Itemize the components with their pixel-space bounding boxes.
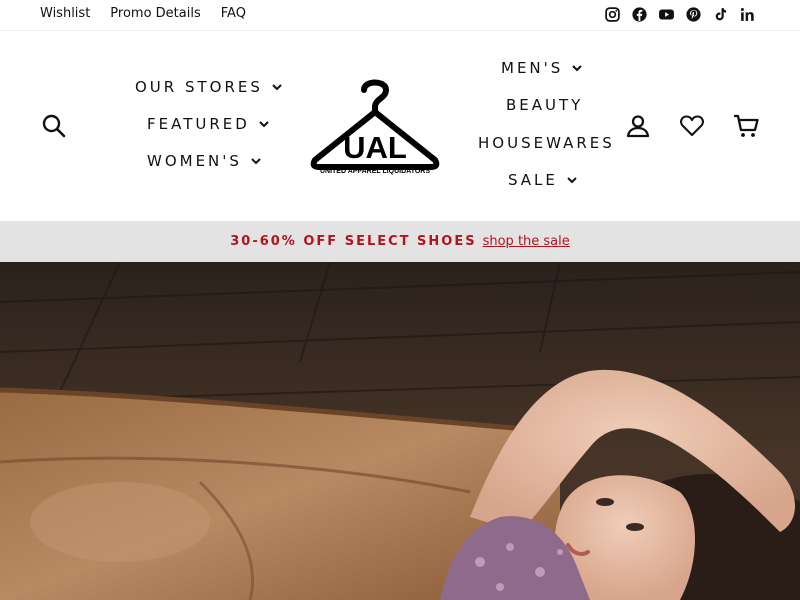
nav-womens-label: WOMEN'S [147, 152, 242, 170]
nav-our-stores-label: OUR STORES [135, 78, 263, 96]
utility-links: Wishlist Promo Details FAQ [40, 6, 246, 21]
wishlist-link[interactable]: Wishlist [40, 6, 90, 21]
chevron-down-icon [566, 174, 578, 186]
nav-our-stores[interactable]: OUR STORES [135, 78, 283, 96]
cart-icon[interactable] [733, 113, 759, 139]
shop-the-sale-link[interactable]: shop the sale [483, 234, 570, 249]
nav-sale[interactable]: SALE [508, 171, 578, 189]
logo-caption: UNITED APPAREL LIQUIDATORS [319, 168, 431, 175]
faq-link[interactable]: FAQ [221, 6, 246, 21]
youtube-icon[interactable] [658, 6, 675, 23]
nav-womens[interactable]: WOMEN'S [147, 152, 262, 170]
nav-sale-label: SALE [508, 171, 558, 189]
nav-beauty-label: BEAUTY [506, 96, 584, 114]
chevron-down-icon [571, 62, 583, 74]
nav-housewares[interactable]: HOUSEWARES [478, 134, 615, 152]
account-icon[interactable] [625, 113, 651, 139]
linkedin-icon[interactable] [739, 6, 756, 23]
promo-details-link[interactable]: Promo Details [110, 6, 200, 21]
utility-bar: Wishlist Promo Details FAQ [0, 0, 800, 31]
facebook-icon[interactable] [631, 6, 648, 23]
site-logo[interactable]: UAL [307, 74, 443, 180]
nav-featured[interactable]: FEATURED [147, 115, 270, 133]
hero-image [0, 262, 800, 600]
site-header: OUR STORES FEATURED WOMEN'S UAL UNITED A… [0, 31, 800, 221]
logo-letters: UAL [343, 130, 407, 165]
announcement-bar: 30-60% OFF SELECT SHOES shop the sale [0, 221, 800, 262]
nav-housewares-label: HOUSEWARES [478, 134, 615, 152]
nav-mens[interactable]: MEN'S [501, 59, 583, 77]
wishlist-heart-icon[interactable] [679, 113, 705, 139]
hero-banner[interactable] [0, 262, 800, 600]
chevron-down-icon [258, 118, 270, 130]
announcement-text: 30-60% OFF SELECT SHOES [230, 234, 477, 249]
nav-beauty[interactable]: BEAUTY [506, 96, 583, 114]
pinterest-icon[interactable] [685, 6, 702, 23]
search-icon[interactable] [41, 113, 67, 139]
tiktok-icon[interactable] [712, 6, 729, 23]
instagram-icon[interactable] [604, 6, 621, 23]
nav-mens-label: MEN'S [501, 59, 564, 77]
social-links [604, 6, 756, 23]
nav-featured-label: FEATURED [147, 115, 250, 133]
chevron-down-icon [271, 81, 283, 93]
chevron-down-icon [250, 155, 262, 167]
